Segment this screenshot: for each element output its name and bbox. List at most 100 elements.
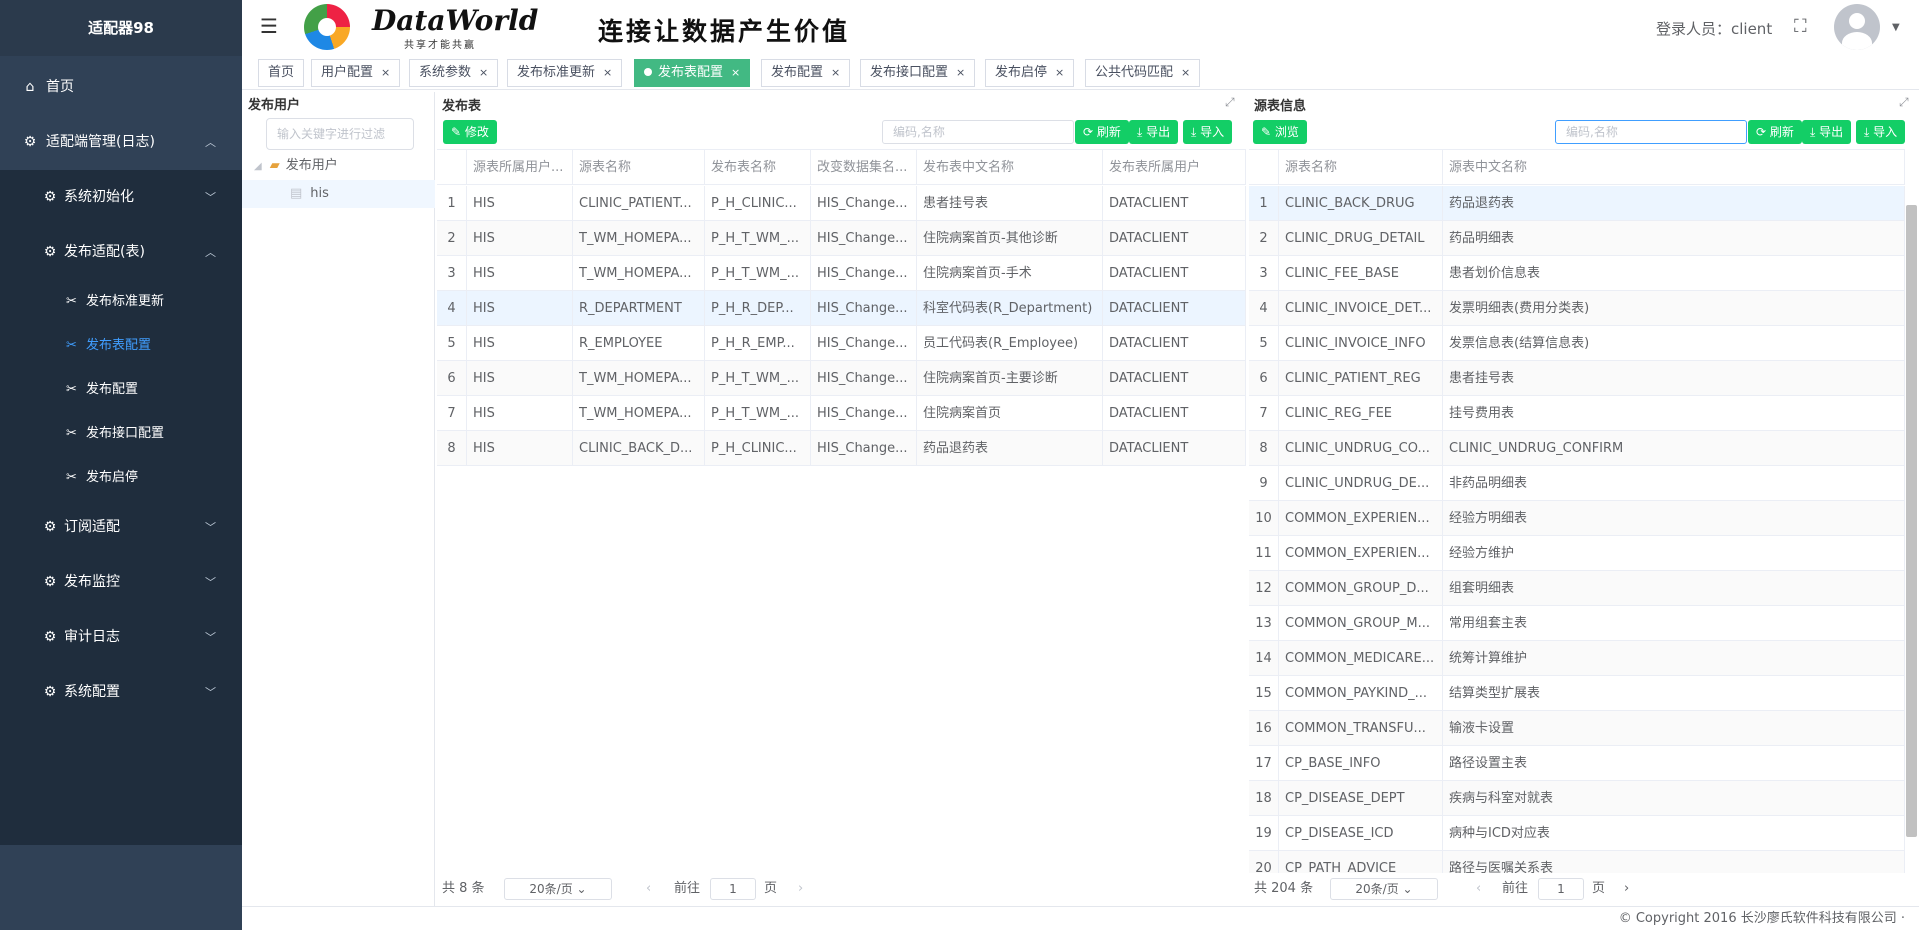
publish-import-button[interactable]: ⤓ 导入	[1183, 120, 1233, 144]
column-header[interactable]: 发布表名称	[705, 150, 811, 185]
table-row[interactable]: 19 CP_DISEASE_ICD 病种与ICD对应表	[1249, 816, 1905, 851]
source-page-size[interactable]: 20条/页 ⌄	[1330, 878, 1438, 900]
publish-export-button[interactable]: ⤓ 导出	[1129, 120, 1179, 144]
browse-button[interactable]: ✎ 浏览	[1253, 120, 1307, 144]
table-row[interactable]: 16 COMMON_TRANSFU... 输液卡设置	[1249, 711, 1905, 746]
expand-icon[interactable]: ⤢	[1225, 95, 1235, 110]
menu-sys-init[interactable]: ⚙ 系统初始化 ﹀	[0, 170, 242, 225]
table-row[interactable]: 20 CP_PATH_ADVICE 路径与医嘱关系表	[1249, 851, 1905, 873]
publish-page-input[interactable]: 1	[710, 878, 756, 900]
table-row[interactable]: 1 CLINIC_BACK_DRUG 药品退药表	[1249, 186, 1905, 221]
source-table-scrollbar[interactable]	[1906, 205, 1917, 837]
table-cell: DATACLIENT	[1103, 396, 1246, 431]
table-row[interactable]: 12 COMMON_GROUP_D... 组套明细表	[1249, 571, 1905, 606]
tab-sys-params[interactable]: 系统参数 ×	[409, 59, 499, 87]
hamburger-icon[interactable]: ☰	[260, 16, 280, 36]
table-row[interactable]: 7 HIS T_WM_HOMEPA... P_H_T_WM_... HIS_Change…	[437, 396, 1246, 431]
source-search-input[interactable]: 编码,名称	[1555, 120, 1747, 144]
prev-page-icon[interactable]: ‹	[646, 874, 651, 904]
menu-leaf-standard-update[interactable]: ✂ 发布标准更新	[0, 280, 242, 324]
table-row[interactable]: 11 COMMON_EXPERIEN... 经验方维护	[1249, 536, 1905, 571]
tree-node-his[interactable]: ▤ his	[242, 180, 435, 208]
edit-button[interactable]: ✎ 修改	[443, 120, 497, 144]
close-icon[interactable]: ×	[731, 66, 740, 79]
column-header[interactable]: 发布表所属用户	[1103, 150, 1246, 185]
table-row[interactable]: 18 CP_DISEASE_DEPT 疾病与科室对就表	[1249, 781, 1905, 816]
tab-publish-config[interactable]: 发布配置 ×	[761, 59, 851, 87]
menu-audit-log[interactable]: ⚙ 审计日志 ﹀	[0, 610, 242, 665]
close-icon[interactable]: ×	[1055, 66, 1064, 79]
tree-filter-input[interactable]: 输入关键字进行过滤	[266, 118, 414, 150]
table-row[interactable]: 8 HIS CLINIC_BACK_D... P_H_CLINIC... HIS_Cha…	[437, 431, 1246, 466]
tab-interface-config[interactable]: 发布接口配置 ×	[860, 59, 976, 87]
table-row[interactable]: 17 CP_BASE_INFO 路径设置主表	[1249, 746, 1905, 781]
table-row[interactable]: 4 HIS R_DEPARTMENT P_H_R_DEP... HIS_Change..…	[437, 291, 1246, 326]
table-row[interactable]: 13 COMMON_GROUP_M... 常用组套主表	[1249, 606, 1905, 641]
close-icon[interactable]: ×	[1181, 66, 1190, 79]
menu-leaf-table-config[interactable]: ✂ 发布表配置	[0, 324, 242, 368]
table-row[interactable]: 6 CLINIC_PATIENT_REG 患者挂号表	[1249, 361, 1905, 396]
brand-name: DataWorld	[372, 4, 539, 37]
table-row[interactable]: 2 CLINIC_DRUG_DETAIL 药品明细表	[1249, 221, 1905, 256]
table-row[interactable]: 10 COMMON_EXPERIEN... 经验方明细表	[1249, 501, 1905, 536]
source-refresh-button[interactable]: ⟳ 刷新	[1748, 120, 1802, 144]
source-export-button[interactable]: ⤓ 导出	[1802, 120, 1852, 144]
source-import-button[interactable]: ⤓ 导入	[1856, 120, 1906, 144]
table-row[interactable]: 5 CLINIC_INVOICE_INFO 发票信息表(结算信息表)	[1249, 326, 1905, 361]
table-row[interactable]: 4 CLINIC_INVOICE_DET... 发票明细表(费用分类表)	[1249, 291, 1905, 326]
expand-icon[interactable]: ⤢	[1899, 95, 1909, 110]
table-row[interactable]: 14 COMMON_MEDICARE... 统筹计算维护	[1249, 641, 1905, 676]
menu-publish-adapt[interactable]: ⚙ 发布适配(表) ︿	[0, 225, 242, 280]
tab-standard-update[interactable]: 发布标准更新 ×	[507, 59, 623, 87]
table-row[interactable]: 8 CLINIC_UNDRUG_CO... CLINIC_UNDRUG_CONFIR…	[1249, 431, 1905, 466]
table-row[interactable]: 5 HIS R_EMPLOYEE P_H_R_EMP... HIS_Change... 员…	[437, 326, 1246, 361]
column-header[interactable]: 改变数据集名...	[811, 150, 917, 185]
table-row[interactable]: 9 CLINIC_UNDRUG_DE... 非药品明细表	[1249, 466, 1905, 501]
table-row[interactable]: 6 HIS T_WM_HOMEPA... P_H_T_WM_... HIS_Change…	[437, 361, 1246, 396]
tab-start-stop[interactable]: 发布启停 ×	[985, 59, 1075, 87]
menu-leaf-start-stop[interactable]: ✂ 发布启停	[0, 456, 242, 500]
tab-code-match[interactable]: 公共代码匹配 ×	[1085, 59, 1201, 87]
next-page-icon[interactable]: ›	[798, 874, 803, 904]
table-row[interactable]: 3 HIS T_WM_HOMEPA... P_H_T_WM_... HIS_Change…	[437, 256, 1246, 291]
column-header[interactable]: 源表名称	[1279, 150, 1443, 185]
publish-refresh-button[interactable]: ⟳ 刷新	[1075, 120, 1129, 144]
table-cell: COMMON_PAYKIND_...	[1279, 676, 1443, 711]
tab-user-config[interactable]: 用户配置 ×	[311, 59, 401, 87]
close-icon[interactable]: ×	[479, 66, 488, 79]
close-icon[interactable]: ×	[831, 66, 840, 79]
publish-page-size[interactable]: 20条/页 ⌄	[504, 878, 612, 900]
tab-label: 系统参数	[419, 65, 472, 80]
tree-node-root[interactable]: ◢ ▰ 发布用户	[242, 152, 435, 180]
column-header[interactable]: 源表所属用户...	[467, 150, 573, 185]
table-row[interactable]: 1 HIS CLINIC_PATIENT... P_H_CLINIC... HIS_Ch…	[437, 186, 1246, 221]
table-cell: HIS	[467, 186, 573, 221]
publish-search-input[interactable]: 编码,名称	[882, 120, 1074, 144]
close-icon[interactable]: ×	[956, 66, 965, 79]
menu-leaf-interface-config[interactable]: ✂ 发布接口配置	[0, 412, 242, 456]
avatar[interactable]	[1834, 4, 1880, 50]
menu-subscribe[interactable]: ⚙ 订阅适配 ﹀	[0, 500, 242, 555]
table-row[interactable]: 15 COMMON_PAYKIND_... 结算类型扩展表	[1249, 676, 1905, 711]
column-header[interactable]: 源表中文名称	[1443, 150, 1905, 185]
table-header-row: 源表名称 源表中文名称	[1249, 150, 1905, 185]
tab-table-config[interactable]: 发布表配置 ×	[634, 59, 751, 87]
menu-leaf-publish-config[interactable]: ✂ 发布配置	[0, 368, 242, 412]
column-header[interactable]: 源表名称	[573, 150, 705, 185]
close-icon[interactable]: ×	[381, 66, 390, 79]
menu-adapter-mgmt[interactable]: ⚙ 适配端管理(日志) ︿	[0, 115, 242, 170]
caret-down-icon[interactable]: ▼	[1892, 22, 1900, 33]
tab-home[interactable]: 首页	[258, 59, 305, 87]
source-page-input[interactable]: 1	[1538, 878, 1584, 900]
column-header[interactable]: 发布表中文名称	[917, 150, 1103, 185]
table-row[interactable]: 7 CLINIC_REG_FEE 挂号费用表	[1249, 396, 1905, 431]
table-row[interactable]: 2 HIS T_WM_HOMEPA... P_H_T_WM_... HIS_Change…	[437, 221, 1246, 256]
menu-publish-monitor[interactable]: ⚙ 发布监控 ﹀	[0, 555, 242, 610]
menu-sys-config[interactable]: ⚙ 系统配置 ﹀	[0, 665, 242, 720]
next-page-icon[interactable]: ›	[1624, 874, 1629, 904]
menu-home[interactable]: ⌂ 首页	[0, 60, 242, 115]
close-icon[interactable]: ×	[603, 66, 612, 79]
fullscreen-icon[interactable]: ⛶	[1794, 16, 1807, 37]
prev-page-icon[interactable]: ‹	[1476, 874, 1481, 904]
table-row[interactable]: 3 CLINIC_FEE_BASE 患者划价信息表	[1249, 256, 1905, 291]
